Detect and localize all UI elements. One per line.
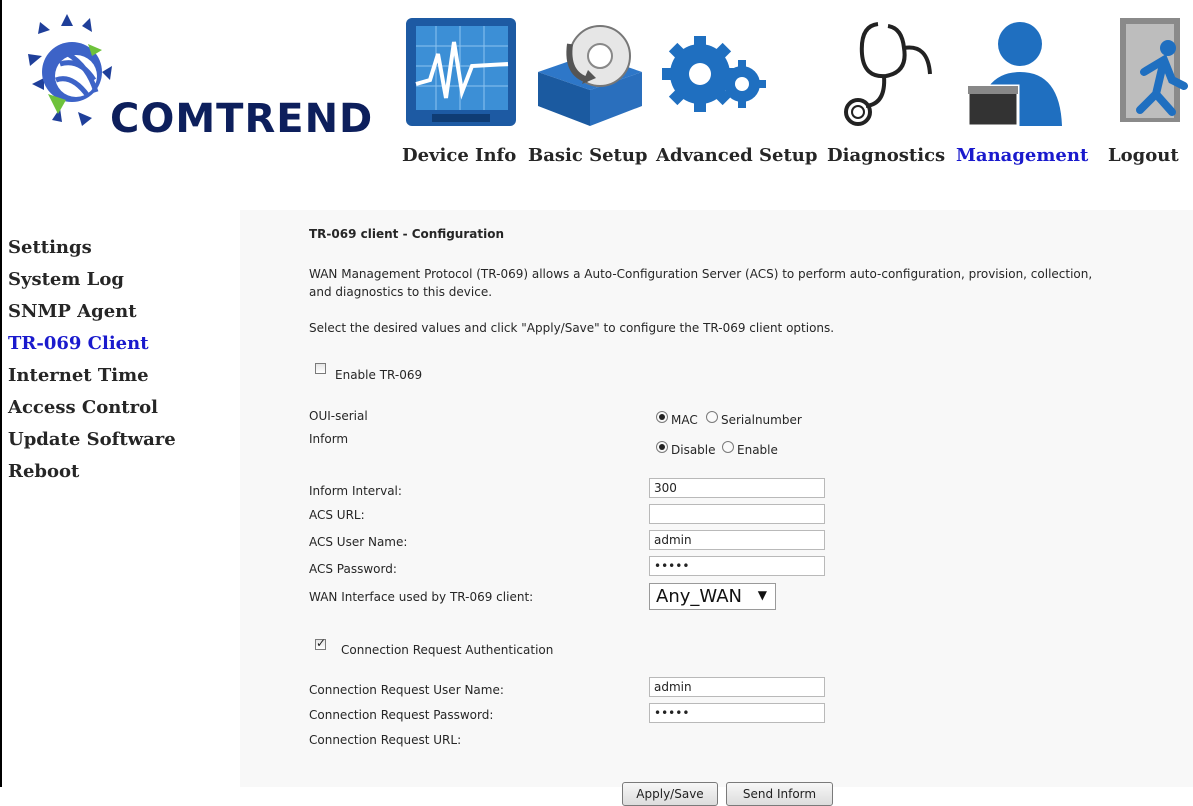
logo-mark: [28, 14, 112, 126]
gears-icon[interactable]: [650, 14, 768, 132]
enable-tr069-checkbox[interactable]: [315, 363, 326, 374]
connection-request-url-label: Connection Request URL:: [309, 733, 462, 747]
exit-door-icon[interactable]: [1106, 14, 1193, 132]
inform-disable-radio[interactable]: [656, 441, 668, 453]
sidebar-item-access-control[interactable]: Access Control: [8, 392, 233, 424]
nav-diagnostics[interactable]: Diagnostics: [827, 145, 945, 166]
wan-interface-select[interactable]: Any_WAN ▼: [649, 583, 776, 610]
nav-device-info[interactable]: Device Info: [402, 145, 516, 166]
sidebar-item-update-software[interactable]: Update Software: [8, 424, 233, 456]
nav-basic-setup[interactable]: Basic Setup: [528, 145, 648, 166]
acs-password-label: ACS Password:: [309, 562, 397, 576]
oui-mac-label: MAC: [671, 413, 698, 427]
brand-logo-text: COMTREND: [110, 96, 374, 142]
box-disc-icon[interactable]: [530, 14, 648, 132]
instruction-text: Select the desired values and click "App…: [309, 321, 835, 335]
sidebar-item-settings[interactable]: Settings: [8, 232, 233, 264]
inform-interval-input[interactable]: 300: [649, 478, 825, 498]
nav-advanced-setup[interactable]: Advanced Setup: [656, 145, 817, 166]
inform-enable-radio[interactable]: [722, 441, 734, 453]
connection-request-auth-label: Connection Request Authentication: [341, 643, 554, 657]
page-title: TR-069 client - Configuration: [309, 227, 504, 241]
connection-request-auth-checkbox[interactable]: [315, 636, 326, 650]
header: COMTREND Device Info Basic Setup Advance…: [0, 0, 1193, 210]
chevron-down-icon: ▼: [757, 588, 767, 602]
user-card-icon[interactable]: [960, 14, 1078, 132]
sidebar-item-system-log[interactable]: System Log: [8, 264, 233, 296]
nav-management[interactable]: Management: [956, 145, 1088, 166]
monitor-chart-icon[interactable]: [402, 14, 520, 132]
acs-url-label: ACS URL:: [309, 508, 365, 522]
acs-user-name-label: ACS User Name:: [309, 535, 408, 549]
content-panel: TR-069 client - Configuration WAN Manage…: [240, 210, 1193, 806]
send-inform-button[interactable]: Send Inform: [726, 782, 833, 806]
sidebar: Settings System Log SNMP Agent TR-069 Cl…: [8, 232, 233, 488]
connection-request-user-name-label: Connection Request User Name:: [309, 683, 504, 697]
oui-mac-radio[interactable]: [656, 411, 668, 423]
connection-request-password-label: Connection Request Password:: [309, 708, 494, 722]
stethoscope-icon[interactable]: [838, 14, 948, 132]
acs-password-input[interactable]: •••••: [649, 556, 825, 576]
description-line-2: and diagnostics to this device.: [309, 285, 493, 299]
inform-disable-label: Disable: [671, 443, 716, 457]
oui-serial-label: OUI-serial: [309, 409, 368, 423]
acs-user-name-input[interactable]: admin: [649, 530, 825, 550]
nav-logout[interactable]: Logout: [1108, 145, 1179, 166]
wan-interface-value: Any_WAN: [656, 586, 742, 607]
wan-interface-label: WAN Interface used by TR-069 client:: [309, 590, 534, 604]
inform-label: Inform: [309, 432, 349, 446]
connection-request-password-input[interactable]: •••••: [649, 703, 825, 723]
connection-request-user-name-input[interactable]: admin: [649, 677, 825, 697]
apply-save-button[interactable]: Apply/Save: [622, 782, 718, 806]
inform-interval-label: Inform Interval:: [309, 484, 402, 498]
acs-url-input[interactable]: [649, 504, 825, 524]
inform-enable-label: Enable: [737, 443, 778, 457]
description-line-1: WAN Management Protocol (TR-069) allows …: [309, 267, 1093, 281]
oui-serialnumber-radio[interactable]: [706, 411, 718, 423]
sidebar-item-tr069-client[interactable]: TR-069 Client: [8, 328, 233, 360]
sidebar-item-internet-time[interactable]: Internet Time: [8, 360, 233, 392]
enable-tr069-label: Enable TR-069: [335, 368, 423, 382]
sidebar-item-reboot[interactable]: Reboot: [8, 456, 233, 488]
sidebar-item-snmp-agent[interactable]: SNMP Agent: [8, 296, 233, 328]
oui-serialnumber-label: Serialnumber: [721, 413, 802, 427]
